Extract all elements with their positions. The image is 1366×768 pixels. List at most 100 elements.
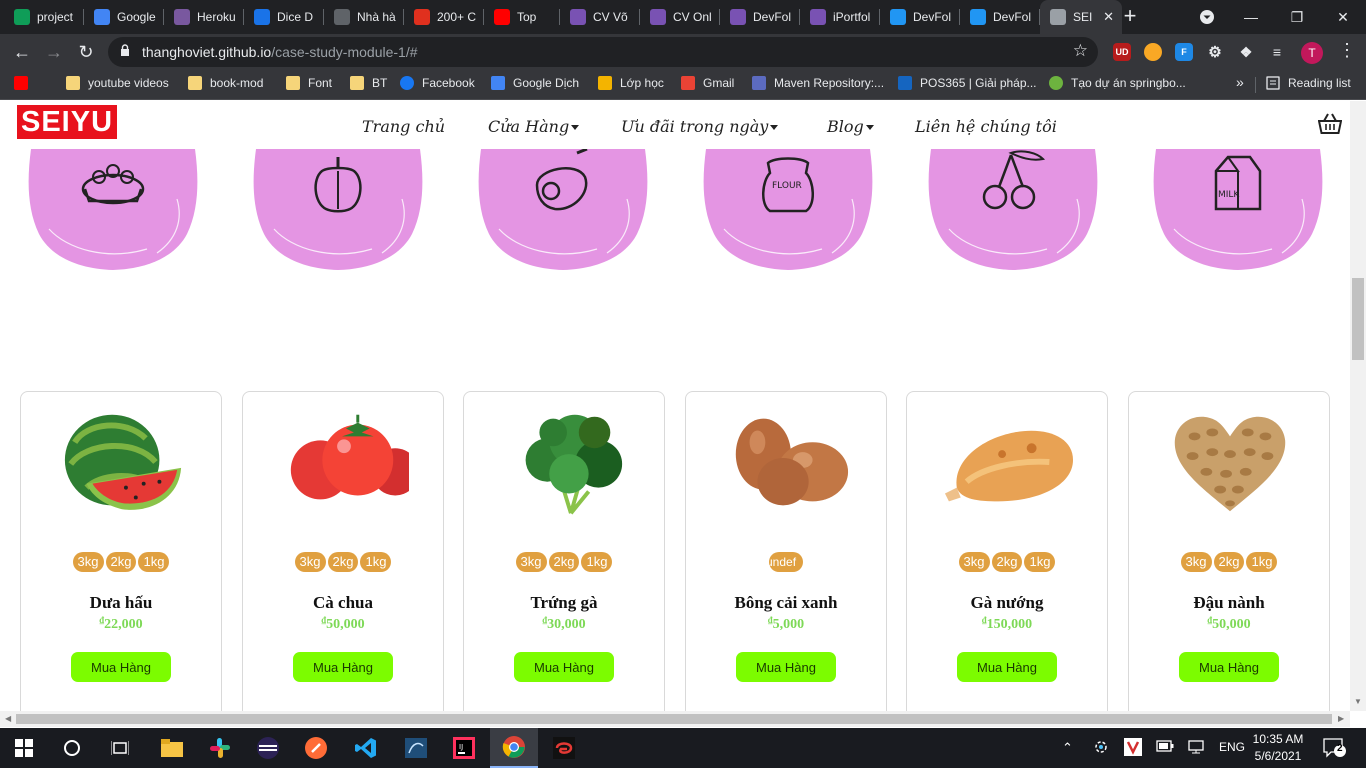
size-option[interactable]: 2kg bbox=[1213, 552, 1245, 572]
mysql-workbench-button[interactable] bbox=[392, 728, 440, 768]
size-option[interactable]: 1kg bbox=[581, 552, 613, 572]
buy-button[interactable]: Mua Hàng bbox=[71, 652, 171, 682]
buy-button[interactable]: Mua Hàng bbox=[957, 652, 1057, 682]
gear-extension-icon[interactable]: ⚙ bbox=[1206, 43, 1224, 61]
size-option[interactable]: 3kg bbox=[515, 552, 547, 572]
address-bar[interactable]: thanghoviet.github.io/case-study-module-… bbox=[108, 37, 1098, 67]
bookmark-star-icon[interactable]: ☆ bbox=[1073, 41, 1088, 61]
size-option[interactable]: 2kg bbox=[105, 552, 137, 572]
tray-network-extra-icon[interactable] bbox=[1094, 740, 1108, 757]
browser-tab[interactable]: DevFol bbox=[960, 0, 1040, 34]
size-option[interactable]: 1kg bbox=[1246, 552, 1278, 572]
size-option[interactable]: 3kg bbox=[1180, 552, 1212, 572]
browser-tab[interactable]: CV Onl bbox=[640, 0, 720, 34]
bookmark-item[interactable]: Font bbox=[286, 76, 332, 90]
bookmark-item[interactable]: BT bbox=[350, 76, 387, 90]
media-control-icon[interactable]: ≡ bbox=[1268, 43, 1286, 61]
browser-tab[interactable]: SEI ✕ bbox=[1040, 0, 1122, 34]
task-view-button[interactable] bbox=[96, 728, 144, 768]
bookmark-item[interactable]: Facebook bbox=[400, 76, 475, 90]
buy-button[interactable]: Mua Hàng bbox=[1179, 652, 1279, 682]
bookmark-item[interactable]: Gmail bbox=[681, 76, 734, 90]
search-button[interactable] bbox=[48, 728, 96, 768]
vscode-button[interactable] bbox=[342, 728, 390, 768]
nav-item[interactable]: Liên hệ chúng tôi bbox=[915, 117, 1057, 136]
system-clock[interactable]: 10:35 AM 5/6/2021 bbox=[1248, 731, 1308, 765]
browser-tab[interactable]: Nhà hà bbox=[324, 0, 404, 34]
bookmark-item[interactable]: Maven Repository:... bbox=[752, 76, 884, 90]
size-option[interactable]: 3kg bbox=[294, 552, 326, 572]
chrome-menu-button[interactable]: ⋮ bbox=[1338, 40, 1356, 61]
buy-button[interactable]: Mua Hàng bbox=[736, 652, 836, 682]
file-explorer-button[interactable] bbox=[148, 728, 196, 768]
browser-tab[interactable]: DevFol bbox=[720, 0, 800, 34]
reading-list-button[interactable]: Reading list bbox=[1266, 76, 1351, 90]
nav-item[interactable]: Trang chủ bbox=[362, 117, 445, 136]
tray-chevron-up-icon[interactable]: ⌃ bbox=[1062, 740, 1073, 756]
scroll-left-arrow-icon[interactable]: ◀ bbox=[5, 714, 11, 723]
size-option[interactable]: 2kg bbox=[548, 552, 580, 572]
browser-tab[interactable]: 200+ C bbox=[404, 0, 484, 34]
tab-search-button[interactable] bbox=[1184, 0, 1230, 34]
size-option[interactable]: 1kg bbox=[138, 552, 170, 572]
scroll-right-arrow-icon[interactable]: ▶ bbox=[1338, 714, 1344, 723]
bookmark-item[interactable]: POS365 | Giải pháp... bbox=[898, 76, 1037, 90]
puzzle-extensions-icon[interactable]: ❖ bbox=[1237, 43, 1255, 61]
postman-button[interactable] bbox=[292, 728, 340, 768]
maximize-button[interactable]: ❐ bbox=[1274, 0, 1320, 34]
bookmark-item[interactable]: book-mod bbox=[188, 76, 263, 90]
back-button[interactable]: ← bbox=[10, 40, 34, 64]
eclipse-button[interactable] bbox=[244, 728, 292, 768]
browser-tab[interactable]: CV Võ bbox=[560, 0, 640, 34]
browser-tab[interactable]: Heroku bbox=[164, 0, 244, 34]
notifications-button[interactable]: 2 bbox=[1323, 738, 1347, 761]
network-icon[interactable] bbox=[1188, 740, 1206, 757]
horizontal-scroll-thumb[interactable] bbox=[16, 714, 1332, 724]
shopping-basket-icon[interactable] bbox=[1318, 113, 1342, 135]
battery-icon[interactable] bbox=[1156, 740, 1174, 755]
slack-button[interactable] bbox=[196, 728, 244, 768]
size-option[interactable]: 2kg bbox=[327, 552, 359, 572]
color-extension-icon[interactable] bbox=[1144, 43, 1162, 61]
bookmark-item[interactable]: Lớp học bbox=[598, 76, 664, 90]
category-meat[interactable] bbox=[477, 149, 649, 271]
nav-item[interactable]: Ưu đãi trong ngày bbox=[621, 117, 779, 136]
category-cherry[interactable] bbox=[927, 149, 1099, 271]
nav-item[interactable]: Blog bbox=[827, 117, 874, 136]
vertical-scroll-thumb[interactable] bbox=[1352, 278, 1364, 360]
vertical-scrollbar[interactable] bbox=[1350, 101, 1366, 711]
new-tab-button[interactable]: + bbox=[1118, 5, 1142, 29]
category-eggs[interactable] bbox=[27, 149, 199, 271]
size-option[interactable]: undef bbox=[769, 552, 803, 572]
browser-tab[interactable]: Google bbox=[84, 0, 164, 34]
bookmark-item[interactable]: Tạo dự án springbo... bbox=[1049, 76, 1186, 90]
browser-tab[interactable]: iPortfol bbox=[800, 0, 880, 34]
bookmark-item[interactable]: Google Dịch bbox=[491, 76, 579, 90]
close-window-button[interactable]: ✕ bbox=[1320, 0, 1366, 34]
size-option[interactable]: 1kg bbox=[360, 552, 392, 572]
reload-button[interactable]: ↻ bbox=[74, 40, 98, 64]
profile-avatar[interactable]: T bbox=[1301, 42, 1323, 64]
close-tab-icon[interactable]: ✕ bbox=[1103, 9, 1114, 25]
tray-app-icon[interactable] bbox=[1124, 738, 1142, 759]
site-logo[interactable]: SEIYU bbox=[17, 105, 117, 139]
start-button[interactable] bbox=[0, 728, 48, 768]
category-flour[interactable]: FLOUR bbox=[702, 149, 874, 271]
bookmarks-overflow-button[interactable]: » bbox=[1236, 74, 1244, 90]
browser-tab[interactable]: Dice D bbox=[244, 0, 324, 34]
ublock-extension-icon[interactable]: UD bbox=[1113, 43, 1131, 61]
size-option[interactable]: 3kg bbox=[958, 552, 990, 572]
buy-button[interactable]: Mua Hàng bbox=[293, 652, 393, 682]
category-pepper[interactable] bbox=[252, 149, 424, 271]
size-option[interactable]: 2kg bbox=[991, 552, 1023, 572]
fonts-extension-icon[interactable]: F bbox=[1175, 43, 1193, 61]
browser-tab[interactable]: project bbox=[4, 0, 84, 34]
forward-button[interactable]: → bbox=[42, 40, 66, 64]
bookmark-item[interactable]: youtube videos bbox=[66, 76, 169, 90]
size-option[interactable]: 3kg bbox=[72, 552, 104, 572]
garena-button[interactable] bbox=[540, 728, 588, 768]
scroll-down-arrow-icon[interactable]: ▼ bbox=[1354, 697, 1362, 706]
category-milk[interactable]: MILK bbox=[1152, 149, 1324, 271]
chrome-taskbar-button[interactable] bbox=[490, 728, 538, 768]
size-option[interactable]: 1kg bbox=[1024, 552, 1056, 572]
